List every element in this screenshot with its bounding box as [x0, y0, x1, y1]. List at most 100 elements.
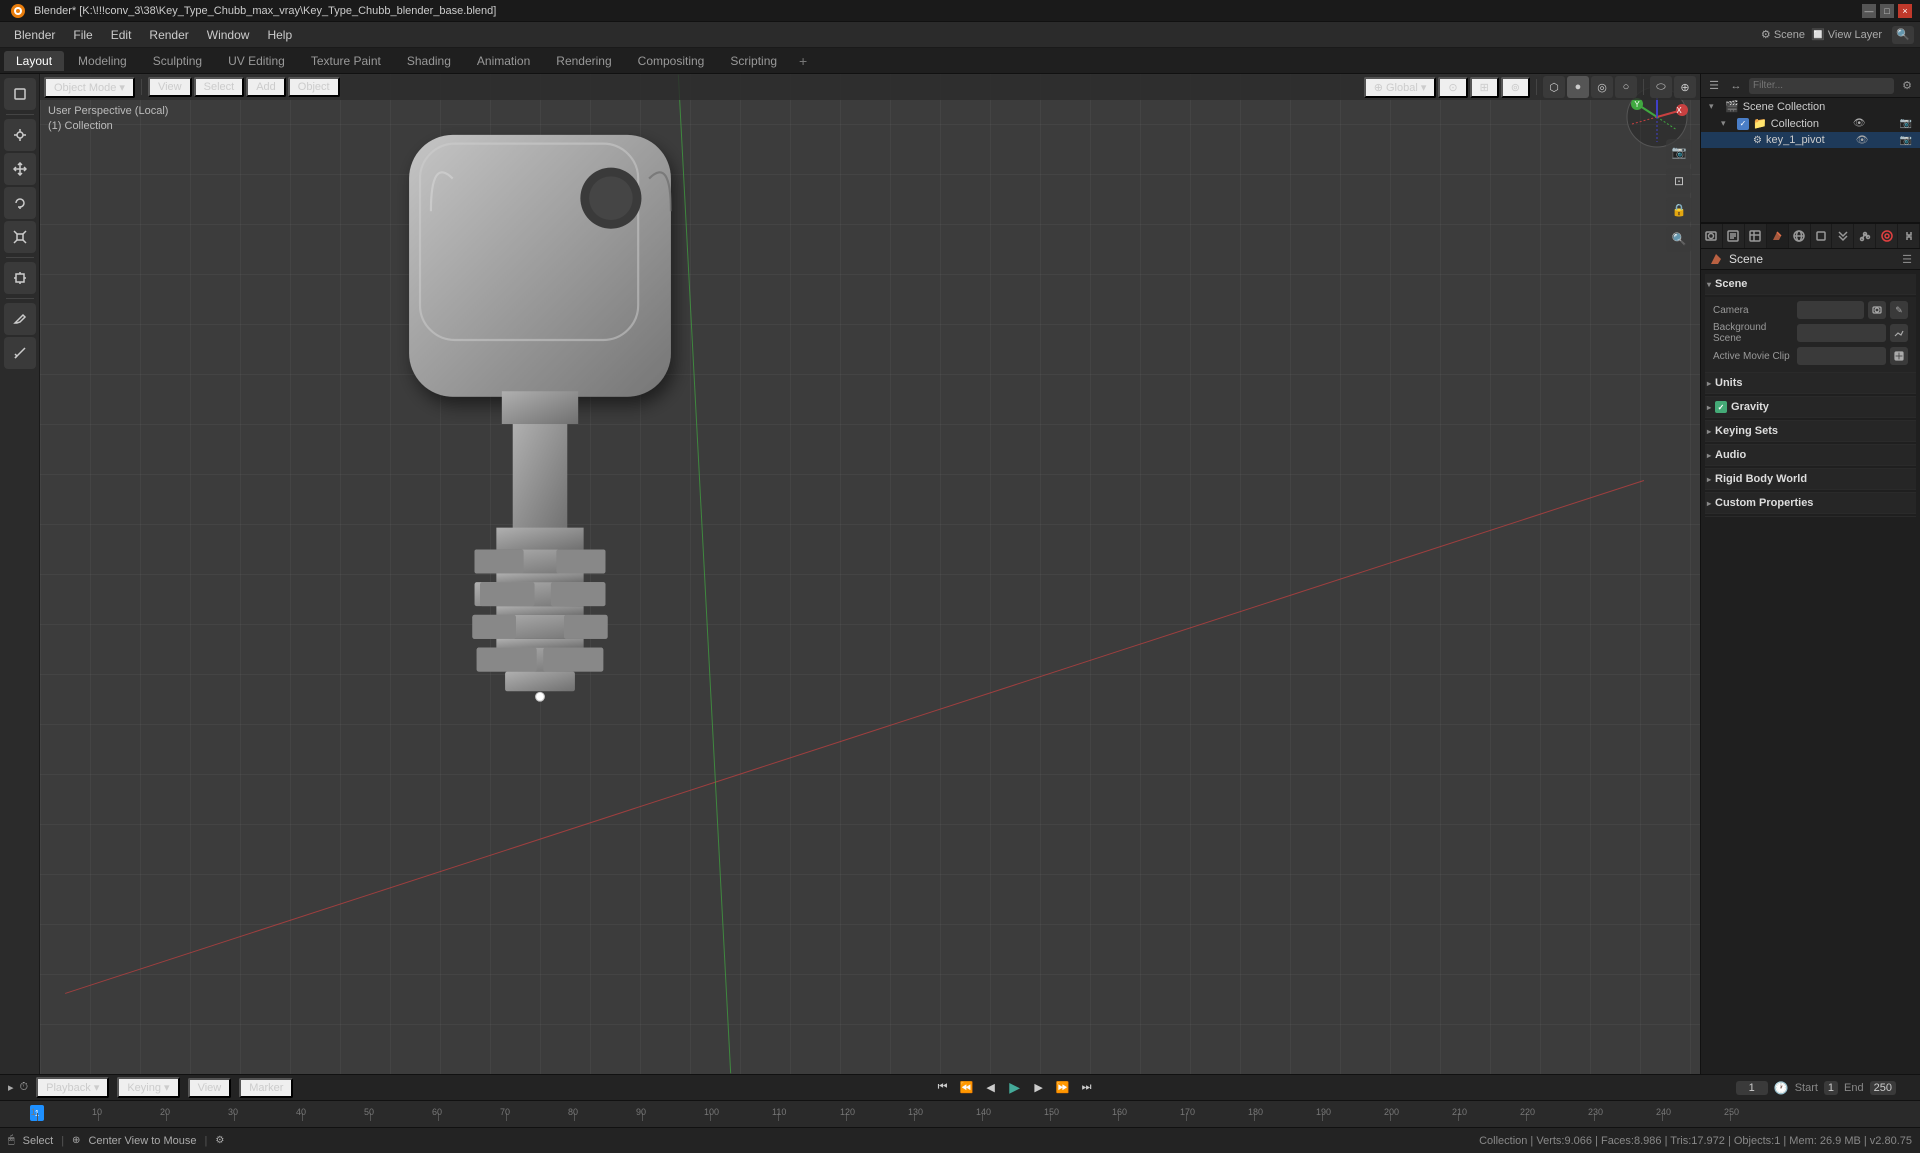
timeline-keying-menu[interactable]: Keying ▾ [117, 1077, 179, 1098]
vp-lock-btn[interactable]: 🔒 [1666, 197, 1692, 223]
audio-section-header[interactable]: ▸ Audio [1705, 445, 1916, 466]
outliner-sync-btn[interactable]: ↔ [1727, 77, 1745, 95]
vp-mode-dropdown[interactable]: Object Mode ▾ [44, 77, 135, 98]
vp-pivot-btn[interactable]: ⊙ [1438, 77, 1467, 98]
timeline-end-frame[interactable]: 250 [1870, 1081, 1896, 1095]
vp-snap-btn[interactable]: ⊞ [1470, 77, 1499, 98]
shading-material-btn[interactable]: ◎ [1591, 76, 1613, 98]
prop-tab-constraints[interactable] [1898, 224, 1920, 248]
vp-object-menu[interactable]: Object [288, 77, 340, 97]
tab-compositing[interactable]: Compositing [626, 51, 717, 71]
outliner-filter-btn[interactable]: ☰ [1705, 77, 1723, 95]
annotate-tool[interactable] [4, 303, 36, 335]
cursor-tool[interactable] [4, 119, 36, 151]
outliner-scene-collection[interactable]: ▾ 🎬 Scene Collection [1701, 98, 1920, 115]
minimize-button[interactable]: — [1862, 4, 1876, 18]
prop-tab-particles[interactable] [1854, 224, 1876, 248]
outliner-settings-btn[interactable]: ⚙ [1898, 77, 1916, 95]
menu-item-render[interactable]: Render [141, 26, 196, 44]
tab-texture-paint[interactable]: Texture Paint [299, 51, 393, 71]
properties-menu-btn[interactable]: ☰ [1902, 253, 1912, 266]
vp-global-btn[interactable]: ⊕ Global ▾ [1364, 77, 1437, 98]
tl-play-btn[interactable]: ▶ [1005, 1078, 1025, 1098]
outliner-collection[interactable]: ▾ ✓ 📁 Collection 👁 📷 [1701, 115, 1920, 132]
rigid-body-header[interactable]: ▸ Rigid Body World [1705, 469, 1916, 490]
movie-clip-value[interactable] [1797, 347, 1886, 365]
titlebar-controls[interactable]: — □ × [1862, 4, 1912, 18]
vp-select-menu[interactable]: Select [194, 77, 245, 97]
transform-tool[interactable] [4, 262, 36, 294]
prop-tab-render[interactable] [1701, 224, 1723, 248]
tab-animation[interactable]: Animation [465, 51, 542, 71]
timeline-playback-menu[interactable]: Playback ▾ [36, 1077, 109, 1098]
menu-item-help[interactable]: Help [259, 26, 300, 44]
tab-rendering[interactable]: Rendering [544, 51, 623, 71]
prop-tab-modifiers[interactable] [1832, 224, 1854, 248]
tl-jump-start-btn[interactable]: ⏮ [933, 1078, 953, 1098]
vp-zoom-btn[interactable]: 🔍 [1666, 226, 1692, 252]
tl-next-frame-btn[interactable]: ▶ [1029, 1078, 1049, 1098]
menu-item-file[interactable]: File [65, 26, 100, 44]
tl-jump-end-btn[interactable]: ⏭ [1077, 1078, 1097, 1098]
outliner-search-input[interactable] [1749, 78, 1894, 94]
menu-item-window[interactable]: Window [199, 26, 258, 44]
close-button[interactable]: × [1898, 4, 1912, 18]
add-workspace-button[interactable]: + [791, 50, 815, 72]
prop-tab-world[interactable] [1789, 224, 1811, 248]
units-section-header[interactable]: ▸ Units [1705, 373, 1916, 394]
timeline-ruler[interactable]: 1 11020304050607080901001101201301401501… [0, 1101, 1920, 1127]
tab-scripting[interactable]: Scripting [718, 51, 789, 71]
select-box-tool[interactable] [4, 78, 36, 110]
prop-tab-viewlayer[interactable] [1745, 224, 1767, 248]
maximize-button[interactable]: □ [1880, 4, 1894, 18]
shading-wireframe-btn[interactable]: ⬡ [1543, 76, 1565, 98]
prop-tab-object[interactable] [1811, 224, 1833, 248]
timeline-marker-menu[interactable]: Marker [239, 1078, 293, 1098]
custom-props-header[interactable]: ▸ Custom Properties [1705, 493, 1916, 514]
camera-icon[interactable] [1868, 301, 1886, 319]
tab-uv-editing[interactable]: UV Editing [216, 51, 297, 71]
shading-solid-btn[interactable]: ● [1567, 76, 1589, 98]
scale-tool[interactable] [4, 221, 36, 253]
scene-section-header[interactable]: ▾ Scene [1705, 274, 1916, 295]
tab-shading[interactable]: Shading [395, 51, 463, 71]
shading-rendered-btn[interactable]: ○ [1615, 76, 1637, 98]
tab-modeling[interactable]: Modeling [66, 51, 139, 71]
menu-item-blender[interactable]: Blender [6, 26, 63, 44]
vp-overlay-btn[interactable]: ⬭ [1650, 76, 1672, 98]
movie-clip-icon[interactable] [1890, 347, 1908, 365]
tab-layout[interactable]: Layout [4, 51, 64, 71]
menu-item-edit[interactable]: Edit [103, 26, 140, 44]
bg-scene-icon[interactable] [1890, 324, 1908, 342]
prop-tab-physics[interactable] [1876, 224, 1898, 248]
timeline-current-frame[interactable]: 1 [1736, 1081, 1768, 1095]
rotate-tool[interactable] [4, 187, 36, 219]
vp-camera-view-btn[interactable]: 📷 [1666, 139, 1692, 165]
move-tool[interactable] [4, 153, 36, 185]
tick-label-80: 80 [568, 1107, 578, 1117]
measure-tool[interactable] [4, 337, 36, 369]
gravity-checkbox[interactable]: ✓ [1715, 401, 1727, 413]
camera-value[interactable] [1797, 301, 1864, 319]
prop-tab-output[interactable] [1723, 224, 1745, 248]
tl-next-keyframe-btn[interactable]: ⏩ [1053, 1078, 1073, 1098]
tl-prev-keyframe-btn[interactable]: ⏪ [957, 1078, 977, 1098]
search-button[interactable]: 🔍 [1892, 26, 1914, 44]
keying-sets-header[interactable]: ▸ Keying Sets [1705, 421, 1916, 442]
timeline-view-menu[interactable]: View [188, 1078, 232, 1098]
tab-sculpting[interactable]: Sculpting [141, 51, 214, 71]
vp-view-menu[interactable]: View [148, 77, 192, 97]
timeline-start-frame[interactable]: 1 [1824, 1081, 1838, 1095]
vp-gizmo-btn[interactable]: ⊕ [1674, 76, 1696, 98]
prop-tab-scene[interactable] [1767, 224, 1789, 248]
camera-edit-icon[interactable]: ✎ [1890, 301, 1908, 319]
tl-expand-btn[interactable]: ▸ [8, 1081, 14, 1094]
tl-prev-frame-btn[interactable]: ◀ [981, 1078, 1001, 1098]
bg-scene-value[interactable] [1797, 324, 1886, 342]
vp-perspective-btn[interactable]: ⊡ [1666, 168, 1692, 194]
gravity-section-header[interactable]: ▸ ✓ Gravity [1705, 397, 1916, 418]
vp-proportional-btn[interactable]: ⊚ [1501, 77, 1530, 98]
viewport-3d[interactable]: Object Mode ▾ View Select Add Object ⊕ G… [40, 74, 1700, 1074]
vp-add-menu[interactable]: Add [246, 77, 286, 97]
outliner-key-object[interactable]: ▸ ⚙ key_1_pivot 👁 📷 [1701, 132, 1920, 148]
